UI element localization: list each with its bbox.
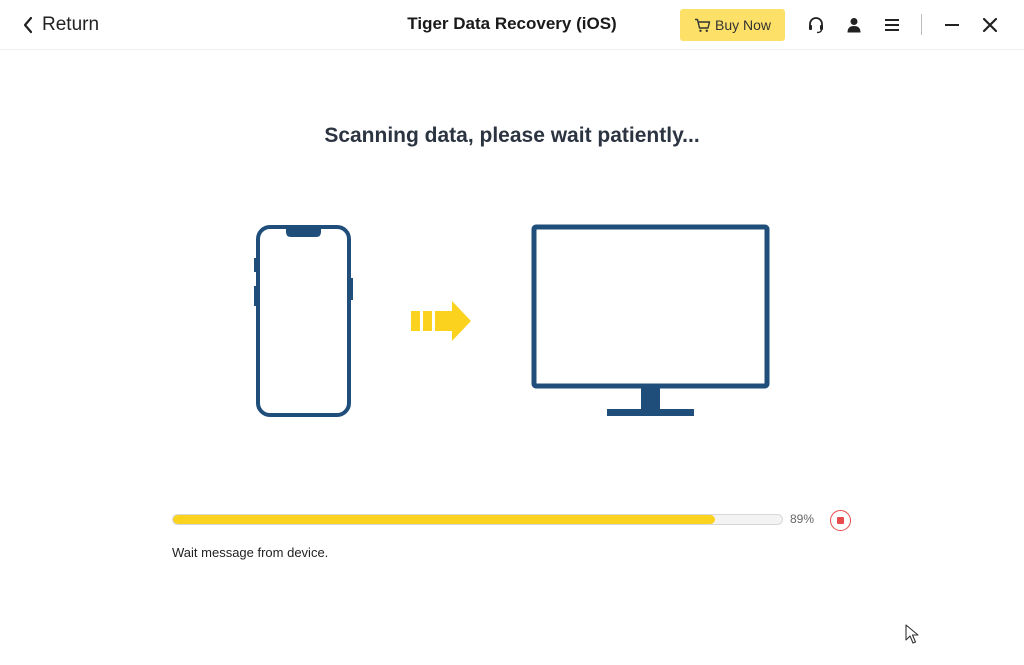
phone-to-computer-illustration — [254, 224, 770, 417]
status-message: Wait message from device. — [172, 545, 329, 560]
stop-icon — [837, 517, 844, 524]
progress-percent: 89% — [790, 512, 815, 526]
monitor-icon — [531, 224, 770, 416]
scan-progress-bar — [172, 514, 783, 525]
transfer-arrow-icon — [411, 301, 471, 341]
stop-scan-button[interactable] — [830, 510, 851, 531]
scan-progress-fill — [173, 515, 715, 524]
mouse-cursor-icon — [905, 624, 919, 644]
phone-icon — [254, 225, 353, 417]
